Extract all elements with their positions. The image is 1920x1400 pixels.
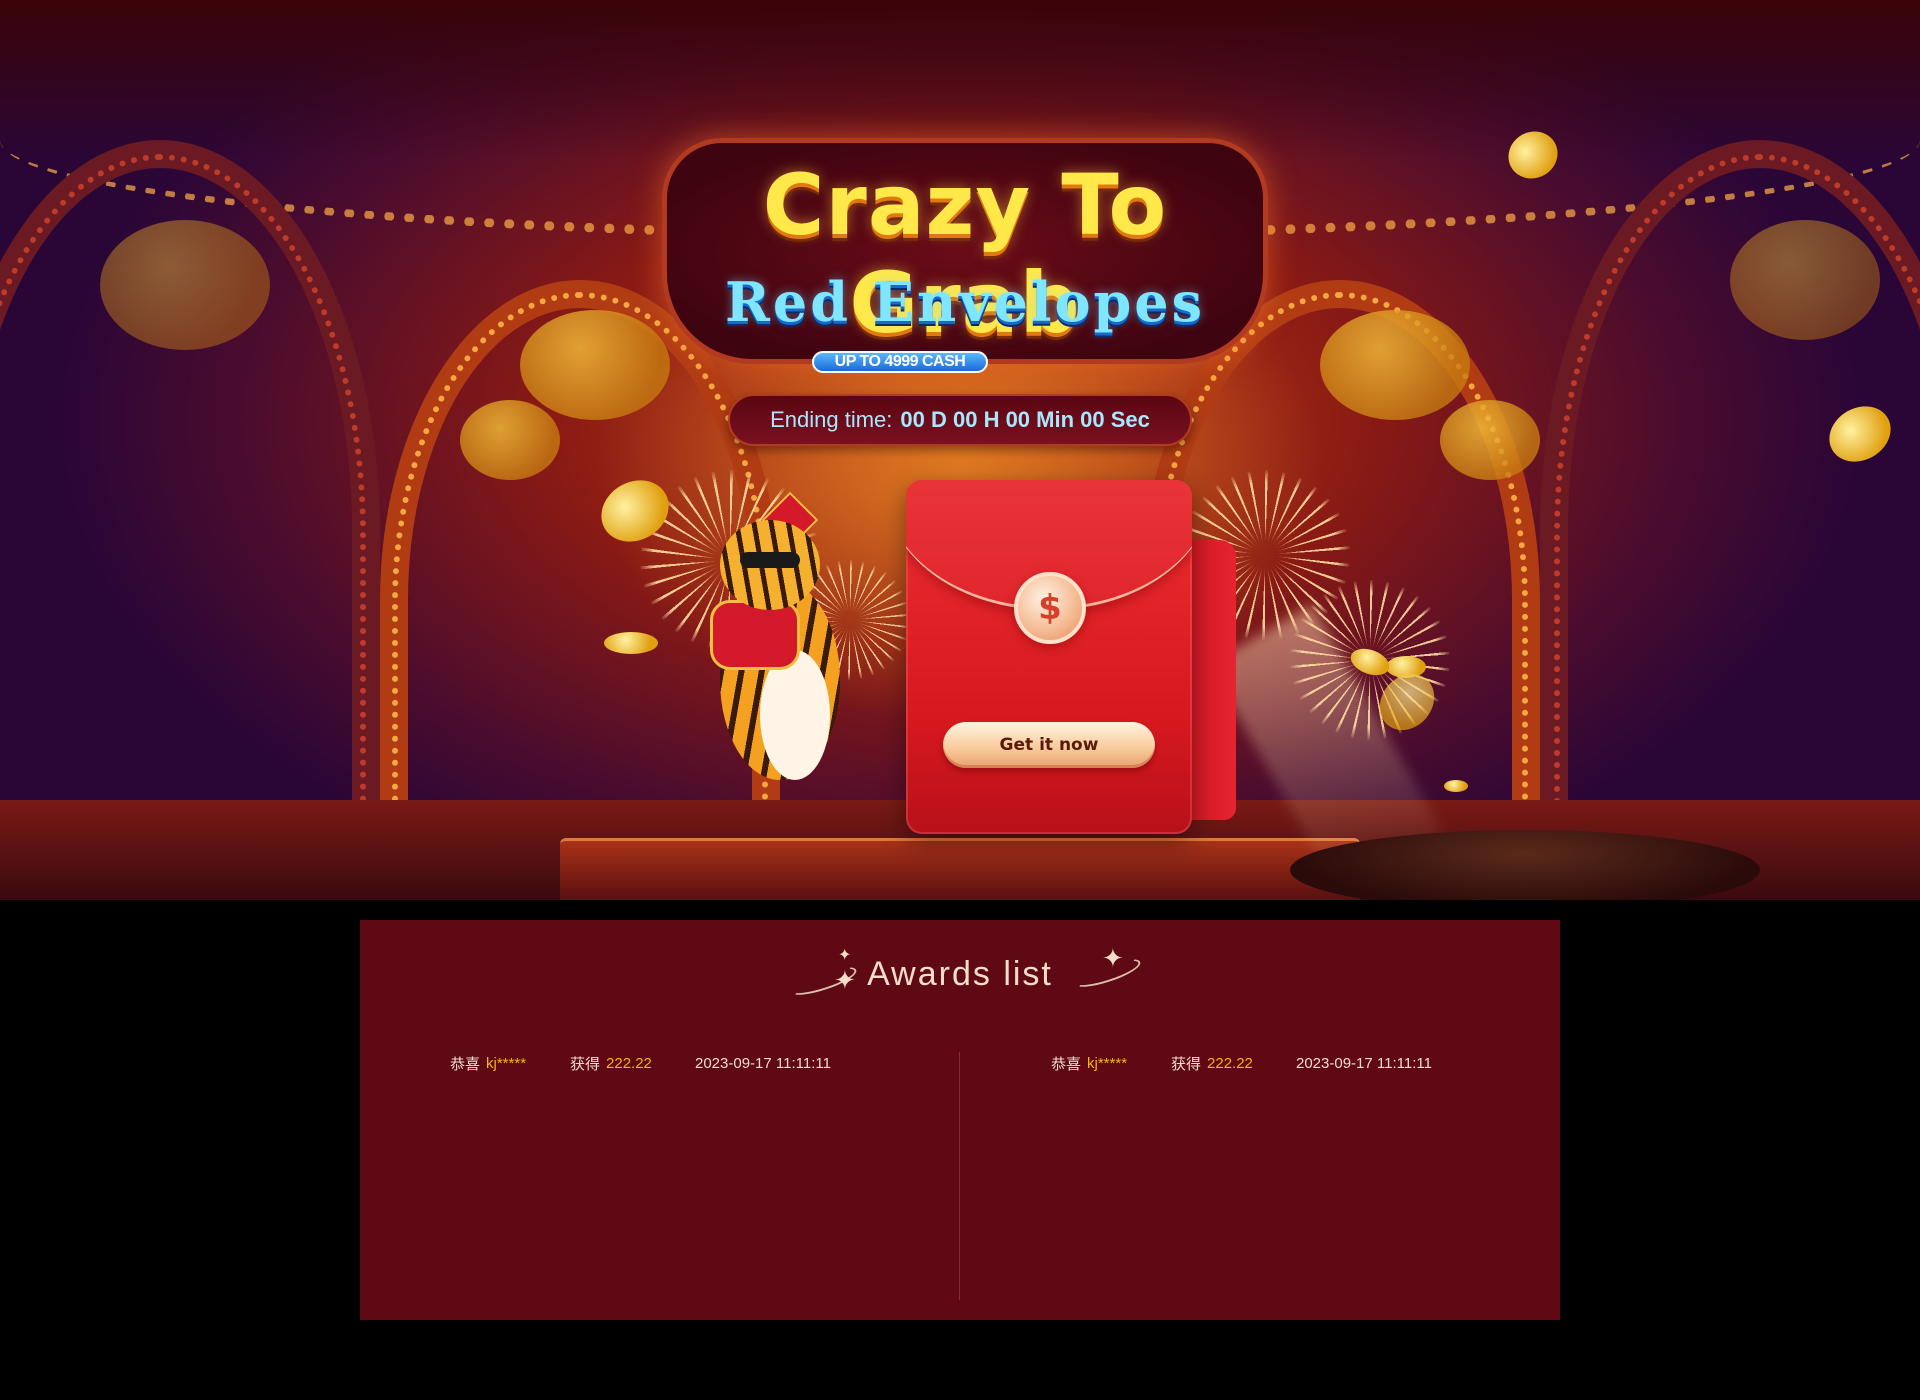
awards-panel: ✦ ✦ Awards list ✦ 恭喜 kj***** 获得 222.22 2…: [360, 920, 1560, 1320]
award-amount: 222.22: [1207, 1054, 1253, 1072]
flying-coin-icon: [1444, 780, 1468, 792]
award-entry: 恭喜 kj*****: [450, 1048, 526, 1078]
countdown-label: Ending time:: [770, 407, 893, 432]
award-verb: 获得: [570, 1055, 601, 1073]
red-envelope[interactable]: [906, 480, 1192, 834]
awards-title: Awards list: [867, 955, 1053, 993]
page-subtitle: Red Envelopes: [725, 270, 1205, 334]
sunglasses-icon: [740, 552, 800, 568]
hero-stage: Crazy To Grab Red Envelopes UP TO 4999 C…: [0, 0, 1920, 900]
award-time: 2023-09-17 11:11:11: [1296, 1054, 1432, 1072]
award-amount-group: 获得 222.22: [1171, 1048, 1253, 1078]
spotlight-podium: [1290, 830, 1760, 900]
award-entry: 恭喜 kj*****: [1051, 1048, 1127, 1078]
award-user: kj*****: [486, 1054, 527, 1072]
award-prefix: 恭喜: [450, 1055, 481, 1073]
award-time-group: 2023-09-17 11:11:11: [1296, 1048, 1432, 1078]
countdown-value: 00 D 00 H 00 Min 00 Sec: [900, 407, 1150, 432]
coin-icon: [1320, 310, 1470, 420]
award-amount: 222.22: [606, 1054, 652, 1072]
award-time: 2023-09-17 11:11:11: [695, 1054, 831, 1072]
coin-icon: [1440, 400, 1540, 480]
coin-icon: [460, 400, 560, 480]
countdown-bar: Ending time: 00 D 00 H 00 Min 00 Sec: [728, 394, 1192, 446]
flying-coin-icon: [604, 632, 658, 654]
column-divider: [959, 1052, 960, 1300]
award-verb: 获得: [1171, 1055, 1202, 1073]
coin-icon: [100, 220, 270, 350]
tiger-mascot-illustration: [680, 491, 880, 820]
coin-icon: [520, 310, 670, 420]
awards-header: ✦ ✦ Awards list ✦: [360, 945, 1560, 1008]
prize-badge: UP TO 4999 CASH: [812, 351, 988, 373]
award-user: kj*****: [1087, 1054, 1128, 1072]
stage-step: [560, 838, 1360, 900]
award-amount-group: 获得 222.22: [570, 1048, 652, 1078]
dollar-seal-icon: $: [1014, 572, 1086, 644]
get-it-now-button[interactable]: Get it now: [943, 722, 1155, 768]
coin-icon: [1730, 220, 1880, 340]
award-prefix: 恭喜: [1051, 1055, 1082, 1073]
award-time-group: 2023-09-17 11:11:11: [695, 1048, 831, 1078]
